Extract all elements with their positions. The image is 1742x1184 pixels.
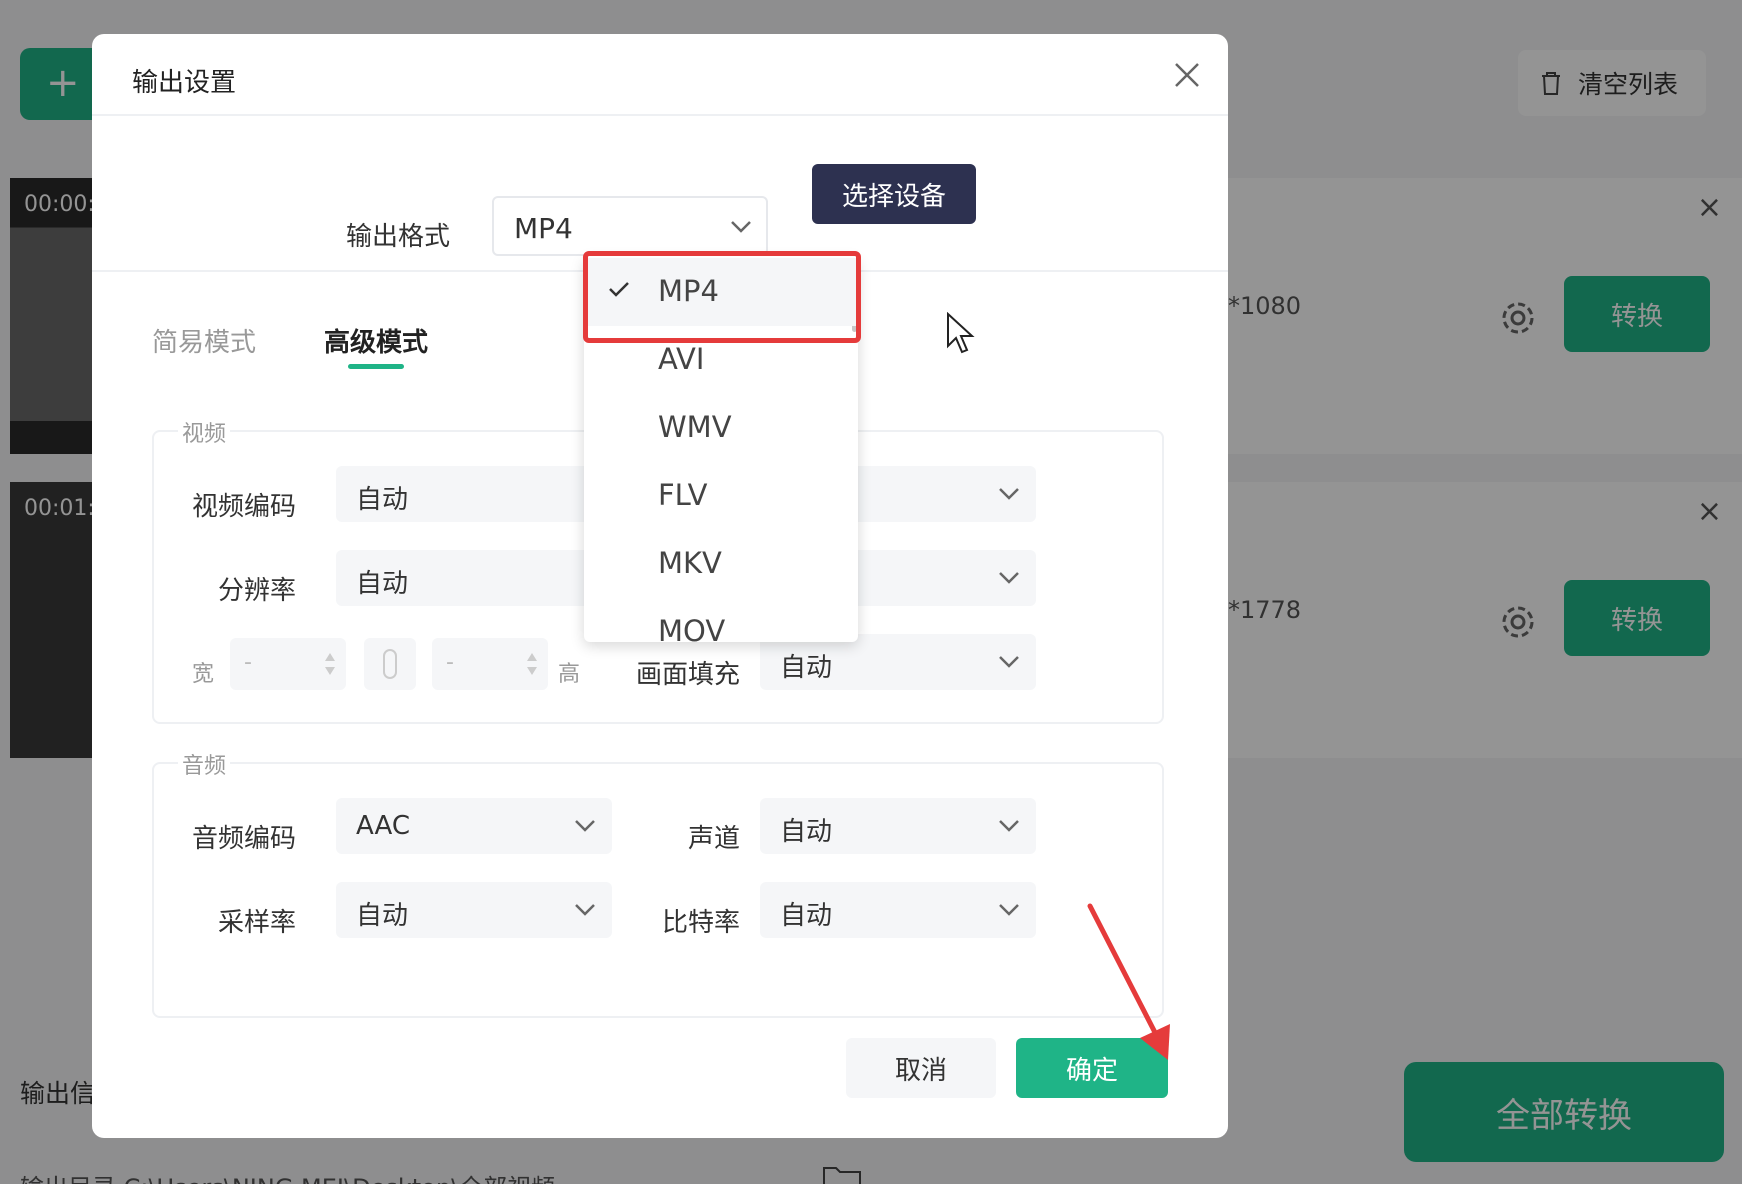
annotation-highlight-box [583, 251, 861, 343]
audio-settings-group: 音频 音频编码 AAC 声道 自动 采样率 自动 比特率 自动 [152, 748, 1164, 1018]
channel-label: 声道 [687, 824, 740, 854]
format-option-label: MOV [658, 614, 726, 642]
height-input[interactable]: - [432, 638, 548, 690]
close-icon[interactable] [1172, 60, 1202, 90]
format-option-flv[interactable]: FLV [584, 462, 858, 530]
width-value: - [244, 650, 252, 675]
group-title-audio: 音频 [178, 748, 231, 780]
format-option-label: FLV [658, 478, 708, 512]
fill-mode-label: 画面填充 [635, 660, 740, 690]
format-option-label: WMV [658, 410, 732, 444]
format-row: 输出格式 MP4 [92, 164, 1228, 264]
audio-bitrate-select[interactable]: 自动 [760, 882, 1036, 938]
chevron-down-icon [999, 572, 1019, 584]
resolution-label: 分辨率 [217, 576, 296, 606]
cancel-button[interactable]: 取消 [846, 1038, 996, 1098]
chevron-down-icon [999, 656, 1019, 668]
width-label: 宽 [192, 662, 215, 687]
resolution-value: 自动 [356, 569, 409, 599]
sample-rate-label: 采样率 [217, 908, 296, 938]
fill-mode-value: 自动 [780, 653, 833, 683]
chevron-down-icon [999, 820, 1019, 832]
dialog-title: 输出设置 [132, 68, 237, 98]
width-input[interactable]: - [230, 638, 346, 690]
format-select[interactable]: MP4 [492, 196, 768, 256]
video-codec-value: 自动 [356, 485, 409, 515]
annotation-arrow-icon [1087, 903, 1170, 1060]
link-icon [383, 649, 397, 679]
sample-rate-value: 自动 [356, 901, 409, 931]
format-option-label: AVI [658, 342, 705, 376]
select-device-button[interactable]: 选择设备 [812, 164, 976, 224]
spinner-icon[interactable] [526, 648, 538, 680]
group-title-video: 视频 [178, 416, 231, 448]
tab-simple-mode[interactable]: 简易模式 [152, 322, 256, 359]
format-value: MP4 [514, 212, 573, 245]
audio-codec-value: AAC [356, 811, 410, 841]
channel-value: 自动 [780, 817, 833, 847]
video-codec-label: 视频编码 [191, 492, 296, 522]
format-option-wmv[interactable]: WMV [584, 394, 858, 462]
chevron-down-icon [999, 904, 1019, 916]
format-option-label: MKV [658, 546, 722, 580]
active-tab-indicator [348, 364, 404, 369]
chevron-down-icon [731, 221, 751, 233]
fill-mode-select[interactable]: 自动 [760, 634, 1036, 690]
chevron-down-icon [999, 488, 1019, 500]
format-label: 输出格式 [346, 222, 451, 252]
mouse-cursor-icon [947, 312, 975, 354]
output-settings-dialog: 输出设置 输出格式 MP4 选择设备 简易模式 高级模式 视频 视频编码 自动 … [92, 34, 1228, 1138]
channel-select[interactable]: 自动 [760, 798, 1036, 854]
audio-bitrate-value: 自动 [780, 901, 833, 931]
height-value: - [446, 650, 454, 675]
audio-bitrate-label: 比特率 [661, 908, 740, 938]
tab-advanced-mode[interactable]: 高级模式 [324, 322, 428, 359]
dialog-header: 输出设置 [92, 34, 1228, 116]
aspect-lock-toggle[interactable] [364, 638, 416, 690]
spinner-icon[interactable] [324, 648, 336, 680]
format-option-mkv[interactable]: MKV [584, 530, 858, 598]
format-option-mov[interactable]: MOV [584, 598, 858, 642]
audio-codec-label: 音频编码 [191, 824, 296, 854]
